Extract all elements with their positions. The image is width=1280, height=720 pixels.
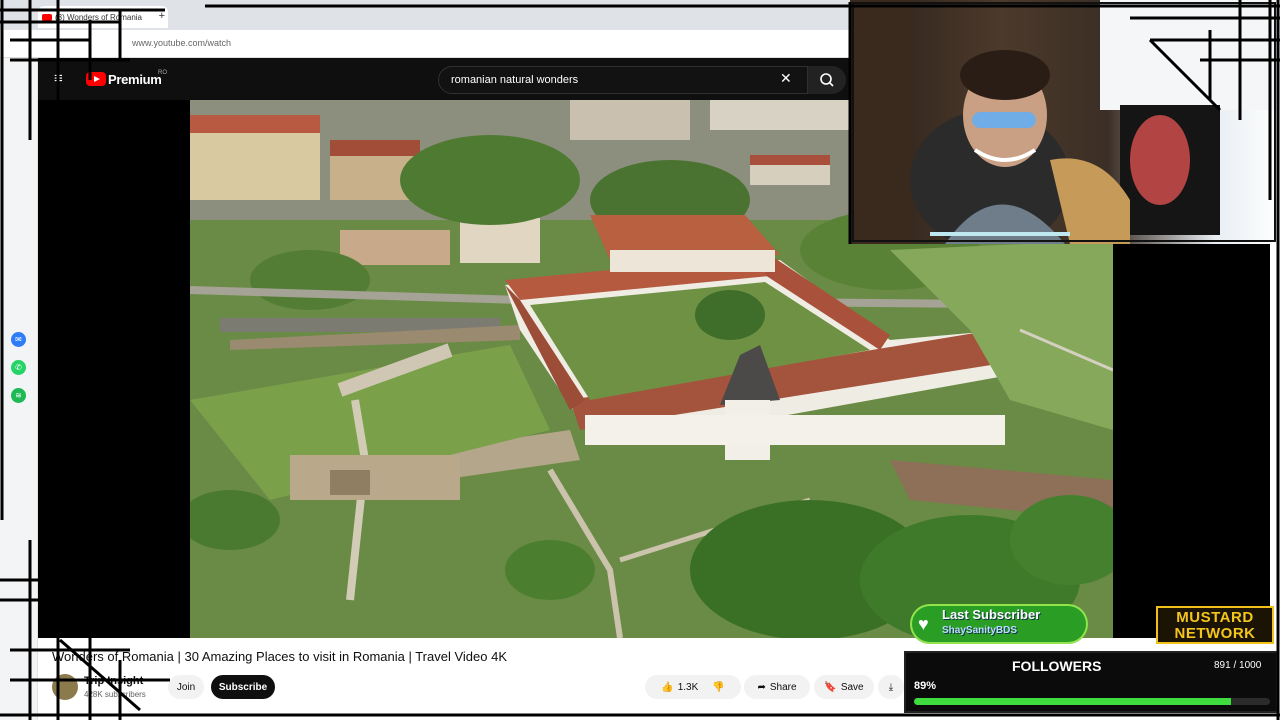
followers-percent: 89%: [914, 680, 937, 692]
url-text[interactable]: www.youtube.com/watch: [132, 38, 231, 48]
webcam-feed: [850, 0, 1280, 244]
mustard-network-logo: MUSTARD NETWORK: [1156, 606, 1274, 644]
search-icon: [820, 73, 834, 87]
browser-sidebar: ✉ ✆ ≋: [0, 58, 38, 720]
thumbs-down-icon[interactable]: 👎: [712, 682, 724, 693]
followers-progress-fill: [914, 698, 1231, 705]
channel-avatar[interactable]: [52, 674, 78, 700]
brand-line2: NETWORK: [1174, 625, 1256, 642]
save-button[interactable]: 🔖 Save: [814, 675, 874, 699]
share-icon: ➦: [757, 681, 766, 693]
spotify-icon[interactable]: ≋: [11, 388, 26, 403]
download-button[interactable]: ⤓: [878, 675, 904, 699]
browser-tab-bar: (3) Wonders of Romania +: [0, 0, 850, 30]
address-bar[interactable]: www.youtube.com/watch: [0, 30, 850, 58]
like-dislike-group[interactable]: 👍 1.3K 👎: [645, 675, 741, 699]
youtube-premium-logo[interactable]: Premium: [108, 72, 162, 87]
region-label: RO: [158, 70, 167, 76]
join-button[interactable]: Join: [168, 675, 204, 699]
last-subscriber-title: Last Subscriber: [942, 607, 1041, 622]
channel-name[interactable]: Trip Insight: [84, 675, 143, 687]
messenger-icon[interactable]: ✉: [11, 332, 26, 347]
new-tab-button[interactable]: +: [159, 10, 165, 22]
search-input[interactable]: romanian natural wonders: [438, 66, 808, 94]
like-count: 1.3K: [677, 681, 699, 693]
youtube-favicon-icon: [42, 13, 52, 21]
subscriber-count: 428K subscribers: [84, 690, 146, 699]
save-label: Save: [840, 681, 864, 693]
video-player-bar: [1113, 244, 1270, 638]
bookmark-icon: 🔖: [824, 681, 837, 693]
clear-search-icon[interactable]: ✕: [780, 70, 792, 87]
whatsapp-icon[interactable]: ✆: [11, 360, 26, 375]
heart-icon: ♥: [918, 614, 929, 634]
share-label: Share: [769, 681, 797, 693]
browser-tab[interactable]: (3) Wonders of Romania +: [38, 6, 168, 28]
brand-line1: MUSTARD: [1176, 609, 1254, 626]
followers-progress-track: [914, 698, 1270, 705]
download-icon: ⤓: [888, 681, 894, 693]
followers-label: FOLLOWERS: [1012, 658, 1102, 674]
thumbs-up-icon[interactable]: 👍: [661, 682, 673, 693]
streamer-webcam-image: [850, 0, 1280, 244]
tab-title: (3) Wonders of Romania: [55, 12, 142, 22]
last-subscriber-name: ShaySanityBDS: [942, 625, 1018, 636]
subscribe-button[interactable]: Subscribe: [211, 675, 275, 699]
followers-count: 891 / 1000: [1214, 660, 1262, 671]
youtube-logo-icon[interactable]: [86, 72, 106, 86]
screen: (3) Wonders of Romania + www.youtube.com…: [0, 0, 1280, 720]
video-title: Wonders of Romania | 30 Amazing Places t…: [52, 649, 507, 664]
youtube-header: ≡ Premium RO romanian natural wonders ✕: [38, 58, 850, 100]
search-button[interactable]: [808, 66, 846, 94]
share-button[interactable]: ➦ Share: [744, 675, 810, 699]
menu-icon[interactable]: ≡: [54, 71, 63, 86]
